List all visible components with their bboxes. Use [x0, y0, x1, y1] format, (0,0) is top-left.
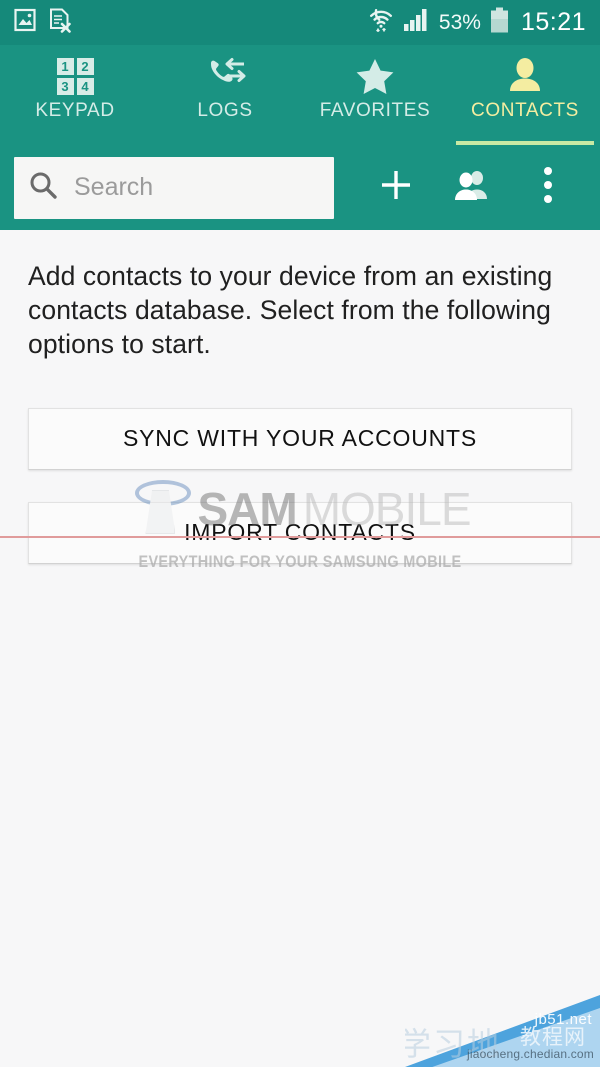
- status-bar-left-icons: [14, 8, 72, 38]
- status-bar-right-icons: 53% 15:21: [368, 7, 586, 39]
- search-action-bar: [0, 145, 600, 230]
- action-icons: [358, 153, 586, 223]
- call-logs-icon: [204, 54, 246, 98]
- tab-logs-label: LOGS: [197, 100, 253, 121]
- tab-contacts[interactable]: CONTACTS: [450, 45, 600, 145]
- tab-keypad[interactable]: 1 2 3 4 KEYPAD: [0, 45, 150, 145]
- keypad-key-2: 2: [76, 57, 94, 75]
- plus-icon: [378, 167, 414, 208]
- search-field[interactable]: [14, 156, 334, 219]
- action-buttons: SYNC WITH YOUR ACCOUNTS IMPORT CONTACTS: [0, 407, 600, 564]
- tab-bar: 1 2 3 4 KEYPAD LOGS FAVORITES CONTACTS: [0, 45, 600, 145]
- person-icon: [506, 54, 544, 98]
- tab-contacts-label: CONTACTS: [471, 100, 579, 121]
- corner-watermark-big-cn: 学习地: [405, 1025, 502, 1063]
- document-error-icon: [49, 8, 72, 38]
- wifi-icon: [368, 7, 394, 38]
- content-area: Add contacts to your device from an exis…: [0, 230, 600, 362]
- keypad-icon: 1 2 3 4: [56, 54, 94, 98]
- groups-button[interactable]: [434, 153, 510, 223]
- image-icon: [14, 8, 36, 37]
- keypad-key-4: 4: [76, 77, 94, 95]
- overflow-menu-icon: [543, 166, 553, 209]
- signal-bars-icon: [403, 8, 430, 37]
- add-contact-button[interactable]: [358, 153, 434, 223]
- corner-watermark-cn-text: 教程网: [520, 1025, 586, 1049]
- star-icon: [355, 54, 395, 98]
- battery-icon: [490, 7, 509, 39]
- tab-keypad-label: KEYPAD: [35, 100, 115, 121]
- more-options-button[interactable]: [510, 153, 586, 223]
- sync-with-accounts-button[interactable]: SYNC WITH YOUR ACCOUNTS: [28, 407, 572, 470]
- clock-label: 15:21: [520, 8, 586, 36]
- import-contacts-button[interactable]: IMPORT CONTACTS: [28, 501, 572, 564]
- corner-triangle-shape: [405, 995, 600, 1067]
- tab-favorites[interactable]: FAVORITES: [300, 45, 450, 145]
- intro-text: Add contacts to your device from an exis…: [28, 261, 553, 359]
- group-people-icon: [452, 169, 492, 206]
- keypad-key-3: 3: [56, 77, 74, 95]
- phone-screen: 53% 15:21 1 2 3 4 KEYPAD LOGS FAVORITES …: [0, 0, 600, 1067]
- corner-watermark-site: jb51.net: [534, 1011, 592, 1028]
- keypad-key-1: 1: [56, 57, 74, 75]
- tab-logs[interactable]: LOGS: [150, 45, 300, 145]
- corner-watermark: 学习地 jb51.net 教程网 jiaocheng.chedian.com: [405, 995, 600, 1067]
- corner-watermark-url: jiaocheng.chedian.com: [467, 1047, 594, 1061]
- battery-percent-label: 53%: [438, 11, 481, 34]
- search-input[interactable]: [72, 172, 320, 203]
- search-icon: [28, 170, 58, 205]
- corner-triangle-highlight: [432, 1007, 600, 1067]
- status-bar: 53% 15:21: [0, 0, 600, 45]
- tab-favorites-label: FAVORITES: [319, 100, 431, 121]
